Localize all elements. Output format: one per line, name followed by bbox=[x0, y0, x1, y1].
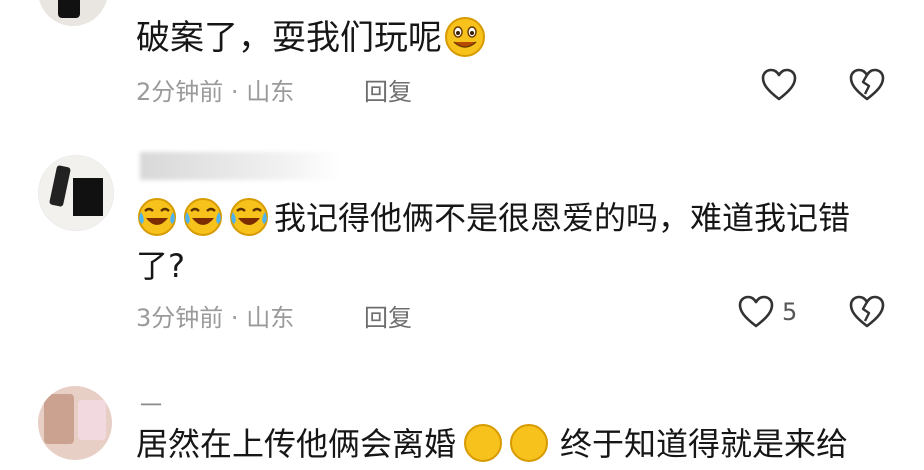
reply-button[interactable]: 回复 bbox=[364, 298, 412, 333]
laughing-crying-face-emoji-icon bbox=[510, 424, 549, 462]
laughing-crying-face-emoji-icon bbox=[230, 197, 268, 236]
username-redacted bbox=[140, 152, 340, 180]
broken-heart-icon[interactable] bbox=[849, 68, 885, 102]
comment-text: 居然在上传他俩会离婚 终于知道得就是来给 bbox=[136, 418, 848, 470]
heart-outline-icon[interactable] bbox=[761, 68, 797, 102]
comment-text: 我记得他俩不是很恩爱的吗，难道我记错 bbox=[136, 192, 850, 244]
reply-button[interactable]: 回复 bbox=[364, 72, 412, 107]
laughing-crying-face-emoji-icon bbox=[464, 424, 503, 462]
laughing-crying-face-emoji-icon bbox=[184, 197, 222, 236]
avatar[interactable] bbox=[38, 155, 114, 231]
comment-text: 破案了，耍我们玩呢 bbox=[136, 12, 490, 64]
smiling-face-emoji-icon bbox=[445, 16, 485, 57]
comment-meta: 3分钟前 · 山东 bbox=[136, 304, 295, 332]
avatar[interactable] bbox=[38, 386, 112, 460]
comment-meta: 2分钟前 · 山东 bbox=[136, 78, 295, 106]
broken-heart-icon[interactable] bbox=[849, 295, 885, 329]
heart-outline-icon[interactable] bbox=[738, 295, 774, 329]
laughing-crying-face-emoji-icon bbox=[138, 197, 176, 236]
like-count: 5 bbox=[782, 298, 798, 326]
comment-text-continued: 了? bbox=[136, 247, 185, 285]
username: 一 bbox=[140, 394, 163, 419]
avatar[interactable] bbox=[38, 0, 108, 26]
